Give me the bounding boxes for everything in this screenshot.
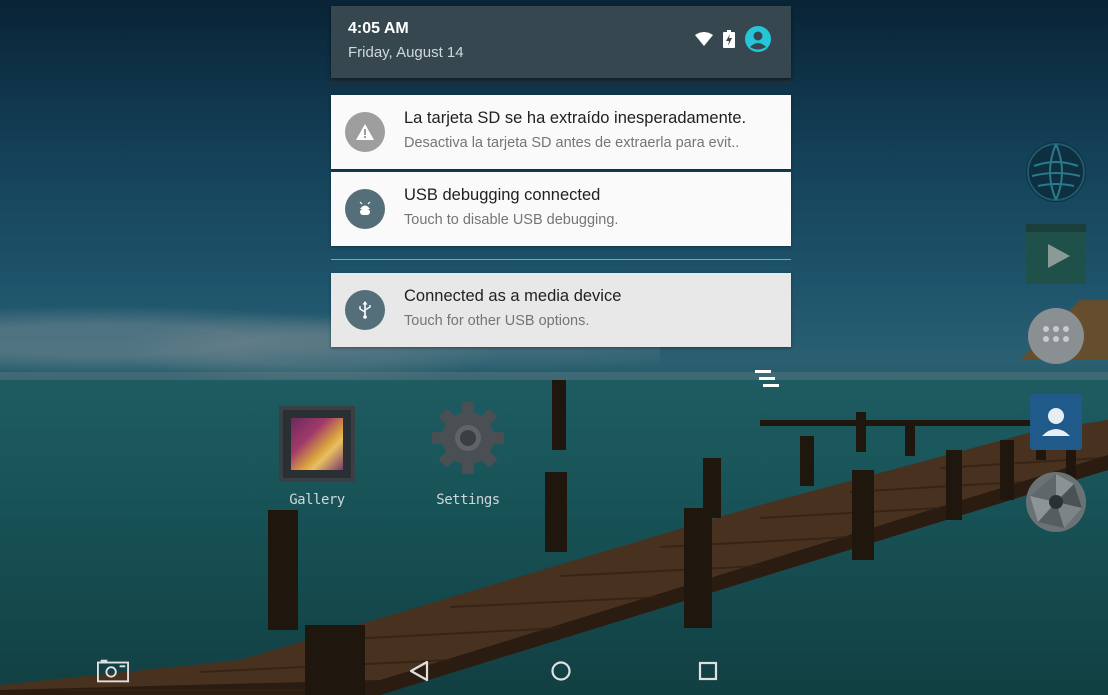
battery-charging-icon (723, 30, 735, 48)
settings-gear-icon (432, 402, 504, 474)
notification-media-device[interactable]: Connected as a media device Touch for ot… (331, 273, 791, 347)
notification-title: USB debugging connected (404, 186, 601, 204)
notification-text: Touch for other USB options. (404, 313, 590, 329)
clock-time: 4:05 AM (348, 20, 409, 37)
navigation-bar (0, 647, 1108, 695)
warning-icon (345, 112, 385, 152)
clock-date: Friday, August 14 (348, 44, 464, 61)
clear-all-icon[interactable] (753, 368, 781, 390)
home-icon[interactable] (545, 657, 577, 685)
status-icons (695, 26, 771, 52)
gallery-icon (279, 406, 355, 482)
notification-sd-card-removed[interactable]: La tarjeta SD se ha extraído inesperadam… (331, 95, 791, 169)
contacts-icon[interactable] (1024, 390, 1088, 454)
user-avatar-icon[interactable] (745, 26, 771, 52)
recents-icon[interactable] (692, 657, 724, 685)
notification-title: Connected as a media device (404, 287, 622, 305)
app-gallery[interactable]: Gallery (272, 406, 362, 508)
camera-icon[interactable] (1024, 470, 1088, 534)
app-gallery-label: Gallery (289, 492, 345, 508)
back-icon[interactable] (403, 657, 435, 685)
notification-text: Touch to disable USB debugging. (404, 212, 619, 228)
notification-text: Desactiva la tarjeta SD antes de extraer… (404, 135, 740, 151)
usb-icon (345, 290, 385, 330)
shade-header-shadow (331, 78, 791, 84)
play-store-icon[interactable] (1024, 222, 1088, 286)
android-bug-icon (345, 189, 385, 229)
notification-divider (331, 259, 791, 260)
browser-globe-icon[interactable] (1024, 140, 1088, 204)
app-drawer-icon[interactable] (1024, 304, 1088, 368)
notification-usb-debugging[interactable]: USB debugging connected Touch to disable… (331, 172, 791, 246)
quick-settings-header[interactable]: 4:05 AM Friday, August 14 (331, 6, 791, 78)
app-settings[interactable]: Settings (423, 400, 513, 508)
notification-title: La tarjeta SD se ha extraído inesperadam… (404, 109, 747, 127)
app-settings-label: Settings (436, 492, 500, 508)
wifi-icon (695, 32, 713, 46)
screenshot-icon[interactable] (97, 657, 129, 685)
